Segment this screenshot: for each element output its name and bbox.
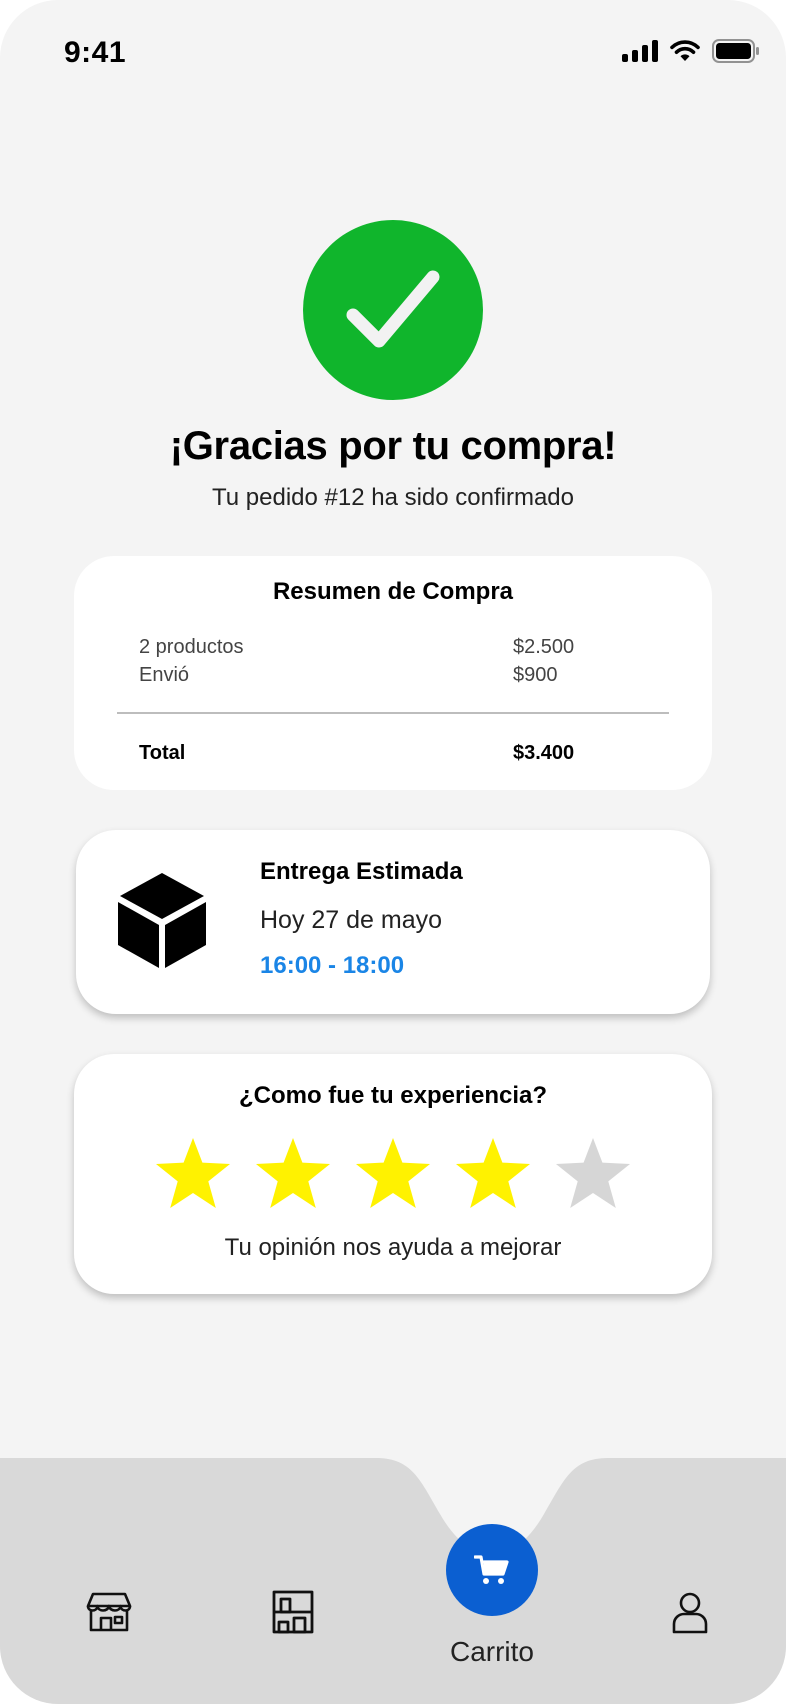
star-icon[interactable]: [354, 1138, 432, 1210]
nav-cart-label[interactable]: Carrito: [392, 1636, 592, 1668]
shelves-icon: [272, 1590, 314, 1634]
star-icon[interactable]: [454, 1138, 532, 1210]
cart-button[interactable]: [446, 1524, 538, 1616]
products-value: $2.500: [513, 636, 575, 658]
cart-icon: [474, 1555, 509, 1584]
star-icon[interactable]: [554, 1138, 632, 1210]
purchase-summary-card: Resumen de Compra 2 productos $2.500 Env…: [74, 556, 712, 790]
success-check-icon: [303, 220, 483, 400]
delivery-title: Entrega Estimada: [260, 858, 463, 885]
star-icon[interactable]: [254, 1138, 332, 1210]
shipping-value: $900: [513, 664, 558, 686]
star-icon[interactable]: [154, 1138, 232, 1210]
nav-profile[interactable]: [672, 1592, 708, 1634]
page-title: ¡Gracias por tu compra!: [169, 424, 617, 468]
total-value: $3.400: [513, 742, 575, 764]
divider: [117, 712, 669, 714]
nav-catalog[interactable]: [272, 1590, 314, 1634]
status-time: 9:41: [64, 36, 127, 69]
total-label: Total: [139, 742, 186, 764]
status-icons: [622, 38, 760, 64]
user-icon: [672, 1592, 708, 1634]
rating-title: ¿Como fue tu experiencia?: [238, 1082, 548, 1109]
wifi-icon: [670, 40, 700, 61]
rating-subtitle: Tu opinión nos ayuda a mejorar: [224, 1234, 562, 1261]
store-icon: [86, 1592, 132, 1632]
delivery-time-window: 16:00 - 18:00: [260, 952, 405, 979]
shipping-label: Envió: [139, 664, 190, 686]
screen: 9:41 ¡Gracias por tu compra! Tu pedido #…: [0, 0, 786, 1704]
battery-icon: [712, 39, 759, 63]
rating-card: ¿Como fue tu experiencia? Tu opinión nos…: [74, 1054, 712, 1294]
nav-store[interactable]: [86, 1592, 132, 1632]
delivery-date: Hoy 27 de mayo: [260, 906, 443, 934]
signal-icon: [622, 40, 658, 62]
order-confirmation-text: Tu pedido #12 ha sido confirmado: [211, 484, 574, 511]
summary-title: Resumen de Compra: [272, 578, 514, 605]
products-label: 2 productos: [139, 636, 244, 658]
star-rating[interactable]: [154, 1138, 632, 1210]
delivery-card: Entrega Estimada Hoy 27 de mayo 16:00 - …: [76, 830, 710, 1014]
package-icon: [118, 873, 206, 968]
